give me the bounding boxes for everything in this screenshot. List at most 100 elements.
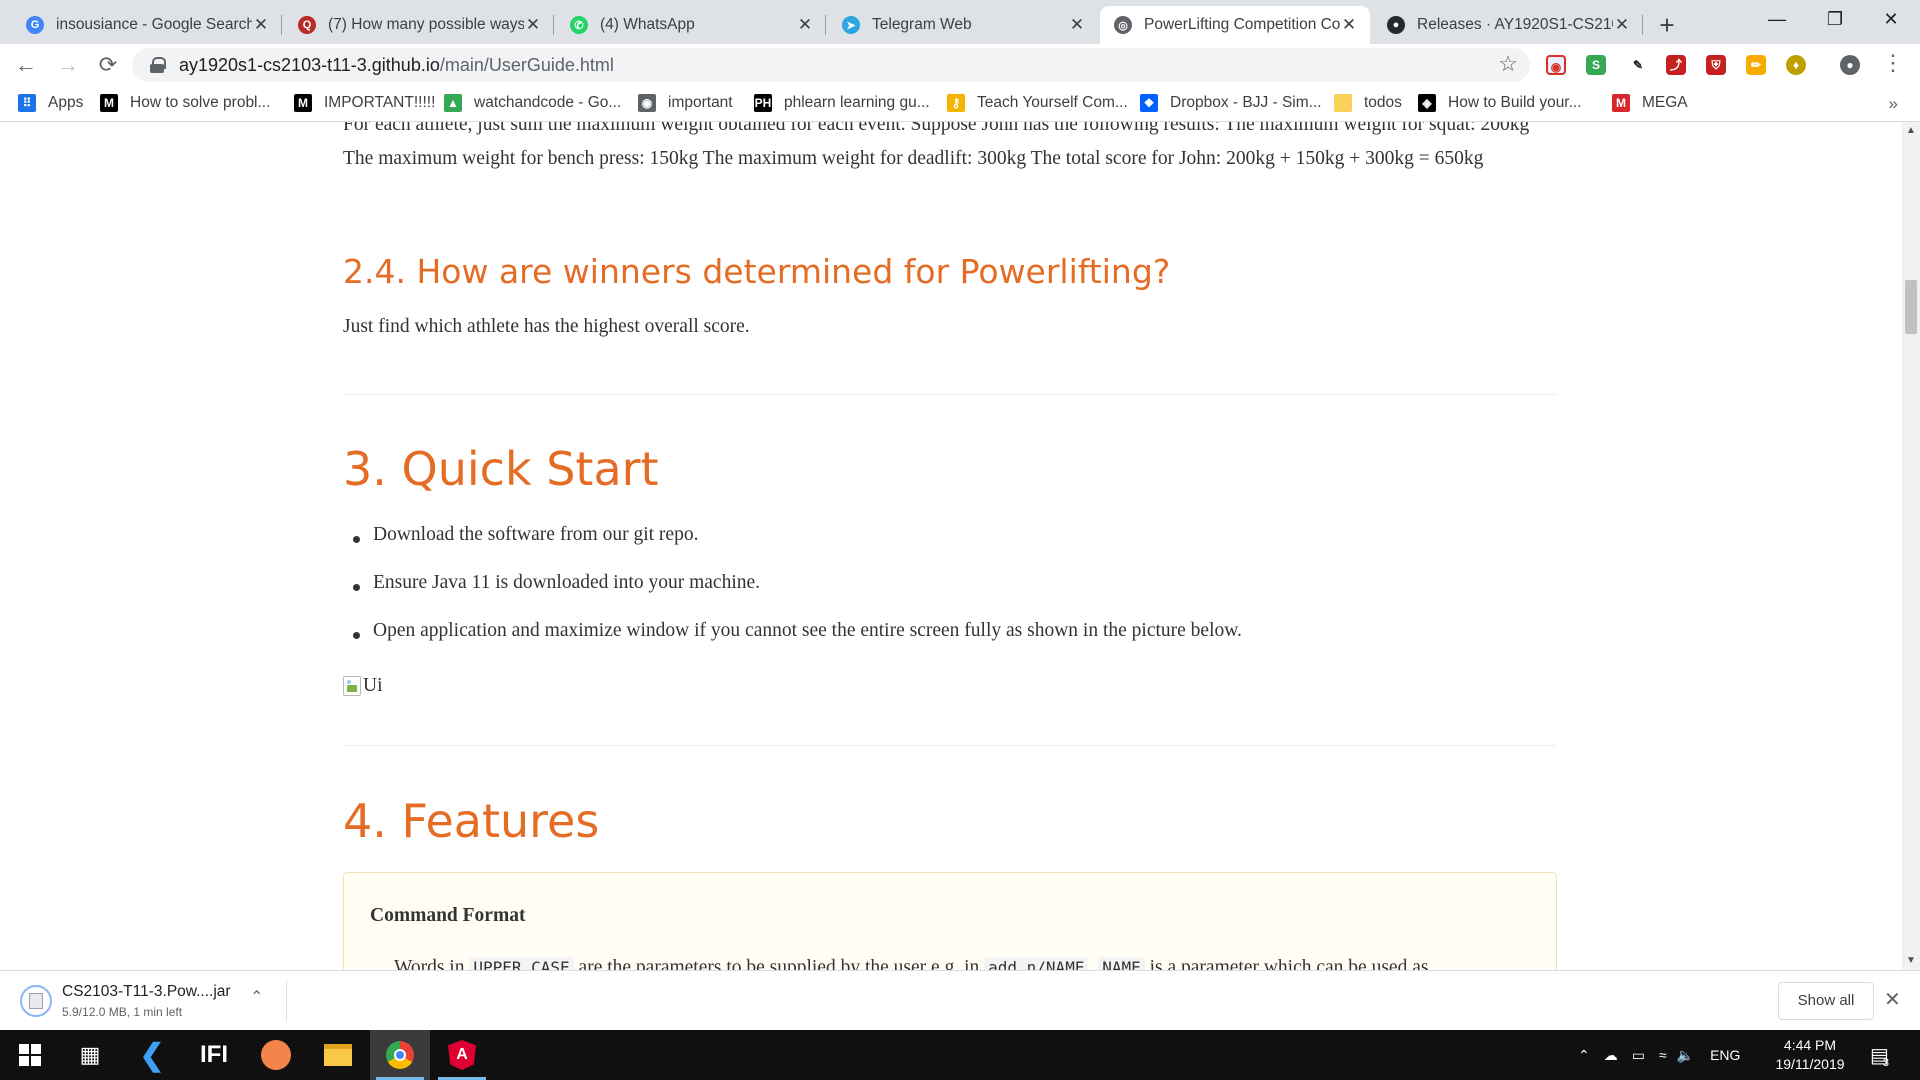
minimize-button[interactable]: — [1748, 0, 1806, 40]
clock[interactable]: 4:44 PM 19/11/2019 [1760, 1036, 1860, 1074]
url-text[interactable]: ay1920s1-cs2103-t11-3.github.io/main/Use… [179, 55, 614, 76]
download-status: 5.9/12.0 MB, 1 min left [62, 1005, 183, 1019]
bookmark-item[interactable]: ❖ Dropbox - BJJ - Sim... [1140, 94, 1322, 112]
scroll-down-arrow-icon[interactable]: ▼ [1902, 952, 1920, 970]
download-shelf: CS2103-T11-3.Pow....jar 5.9/12.0 MB, 1 m… [0, 970, 1920, 1030]
show-all-button[interactable]: Show all [1778, 982, 1874, 1020]
bookmark-label: Dropbox - BJJ - Sim... [1170, 94, 1322, 111]
bookmark-item[interactable]: M How to solve probl... [100, 94, 270, 112]
telegram-icon: ➤ [842, 16, 860, 34]
command-format-title: Command Format [370, 905, 526, 926]
list-item: Download the software from our git repo. [352, 524, 699, 545]
language-indicator[interactable]: ENG [1710, 1047, 1740, 1063]
pdf-extension-icon[interactable]: ⤴ [1666, 55, 1686, 75]
windows-logo-icon [19, 1044, 41, 1066]
angular-icon[interactable]: A [432, 1030, 492, 1080]
globe-icon: ◉ [638, 94, 656, 112]
intellij-icon[interactable]: IFI [184, 1030, 244, 1080]
bookmark-label: watchandcode - Go... [474, 94, 622, 111]
globe-icon: ◎ [1114, 16, 1132, 34]
browser-tab[interactable]: Q (7) How many possible ways ✕ [284, 6, 554, 44]
profile-avatar-icon[interactable]: ● [1840, 55, 1860, 75]
chrome-taskbar-icon[interactable] [370, 1030, 430, 1080]
bookmark-label: Apps [48, 94, 84, 111]
bookmark-item[interactable]: ▲ watchandcode - Go... [444, 94, 621, 112]
bookmarks-overflow-button[interactable]: » [1889, 94, 1898, 114]
bookmark-item[interactable]: M IMPORTANT!!!!! [294, 94, 435, 112]
battery-icon[interactable]: ▭ [1632, 1047, 1645, 1064]
tab-close-icon[interactable]: ✕ [1068, 15, 1086, 35]
bookmark-label: important [668, 94, 733, 111]
download-filename[interactable]: CS2103-T11-3.Pow....jar [62, 983, 231, 1001]
address-bar[interactable]: ay1920s1-cs2103-t11-3.github.io/main/Use… [132, 48, 1530, 82]
volume-icon[interactable]: 🔈 [1677, 1047, 1694, 1064]
file-explorer-icon[interactable] [308, 1030, 368, 1080]
task-view-icon[interactable]: ▦ [60, 1030, 120, 1080]
notifications-icon[interactable]: ▤ 3 [1870, 1030, 1889, 1080]
apps-grid-icon: ⠿ [18, 94, 36, 112]
color-picker-extension-icon[interactable]: ✎ [1628, 55, 1648, 75]
github-icon: ● [1387, 16, 1405, 34]
browser-tab[interactable]: ➤ Telegram Web ✕ [828, 6, 1098, 44]
scroll-up-arrow-icon[interactable]: ▲ [1902, 122, 1920, 140]
highlighter-extension-icon[interactable]: ✏ [1746, 55, 1766, 75]
shield-extension-icon[interactable]: ⛨ [1706, 55, 1726, 75]
page-viewport: For each athlete, just sum the maximum w… [0, 122, 1902, 970]
bookmark-item[interactable]: PH phlearn learning gu... [754, 94, 930, 112]
bookmark-item[interactable]: M MEGA [1612, 94, 1688, 112]
download-progress-icon[interactable] [20, 985, 52, 1017]
close-window-button[interactable]: ✕ [1862, 0, 1920, 40]
google-drive-icon: ▲ [444, 94, 462, 112]
s-extension-icon[interactable]: S [1586, 55, 1606, 75]
browser-tab[interactable]: ● Releases · AY1920S1-CS2103 ✕ [1373, 6, 1643, 44]
close-shelf-icon[interactable]: ✕ [1884, 987, 1901, 1012]
bookmark-label: How to Build your... [1448, 94, 1582, 111]
tab-close-icon[interactable]: ✕ [1613, 15, 1631, 35]
tray-overflow-icon[interactable]: ⌃ [1578, 1047, 1590, 1064]
tab-close-icon[interactable]: ✕ [524, 15, 542, 35]
dropbox-icon: ❖ [1140, 94, 1158, 112]
back-button[interactable]: ← [10, 49, 42, 81]
tab-title: Releases · AY1920S1-CS2103 [1417, 16, 1613, 33]
browser-toolbar: ← → ⟳ ay1920s1-cs2103-t11-3.github.io/ma… [0, 44, 1920, 86]
bookmark-item[interactable]: ◉ important [638, 94, 733, 112]
list-item: Open application and maximize window if … [353, 620, 1242, 641]
bookmark-item[interactable]: todos [1334, 94, 1402, 112]
restore-button[interactable]: ❐ [1806, 0, 1864, 40]
telegram-app-icon[interactable] [246, 1030, 306, 1080]
chrome-menu-icon[interactable]: ⋮ [1882, 52, 1904, 74]
browser-tab[interactable]: Ginsousiance - Google Search ✕ [12, 6, 282, 44]
browser-tab[interactable]: ✆ (4) WhatsApp ✕ [556, 6, 826, 44]
pocket-extension-icon[interactable]: ◉ [1546, 55, 1566, 75]
tab-close-icon[interactable]: ✕ [796, 15, 814, 35]
page-scrollbar[interactable]: ▲ ▼ [1902, 122, 1920, 970]
folder-icon [1334, 94, 1352, 112]
vscode-icon[interactable]: ❮ [122, 1030, 182, 1080]
code-icon: ◈ [1418, 94, 1436, 112]
forward-button[interactable]: → [52, 49, 84, 81]
reload-button[interactable]: ⟳ [92, 49, 124, 81]
key-icon: ⚷ [947, 94, 965, 112]
plant-extension-icon[interactable]: ♦ [1786, 55, 1806, 75]
start-button[interactable] [0, 1030, 60, 1080]
tab-close-icon[interactable]: ✕ [252, 15, 270, 35]
scoring-paragraph: For each athlete, just sum the maximum w… [343, 122, 1530, 169]
bookmark-star-icon[interactable]: ☆ [1498, 51, 1518, 77]
new-tab-button[interactable]: + [1650, 8, 1684, 42]
ui-screenshot-broken-image: Ui [343, 675, 383, 697]
bookmark-item[interactable]: ⚷ Teach Yourself Com... [947, 94, 1128, 112]
bookmark-item[interactable]: ⠿ Apps [18, 94, 83, 112]
bookmark-item[interactable]: ◈ How to Build your... [1418, 94, 1582, 112]
mega-icon: M [1612, 94, 1630, 112]
section-2-4-heading: 2.4. How are winners determined for Powe… [343, 252, 1171, 291]
tab-strip: Ginsousiance - Google Search ✕ Q (7) How ma… [0, 0, 1920, 44]
section-divider [343, 745, 1557, 746]
onedrive-icon[interactable]: ☁ [1604, 1047, 1618, 1064]
wifi-icon[interactable]: ≈ [1659, 1047, 1667, 1063]
tab-title: (4) WhatsApp [600, 16, 695, 33]
lock-icon [150, 57, 166, 73]
scrollbar-thumb[interactable] [1905, 280, 1917, 334]
browser-tab[interactable]: ◎ PowerLifting Competition Co ✕ [1100, 6, 1370, 44]
chevron-up-icon[interactable]: ⌃ [250, 987, 263, 1007]
tab-close-icon[interactable]: ✕ [1340, 15, 1358, 35]
